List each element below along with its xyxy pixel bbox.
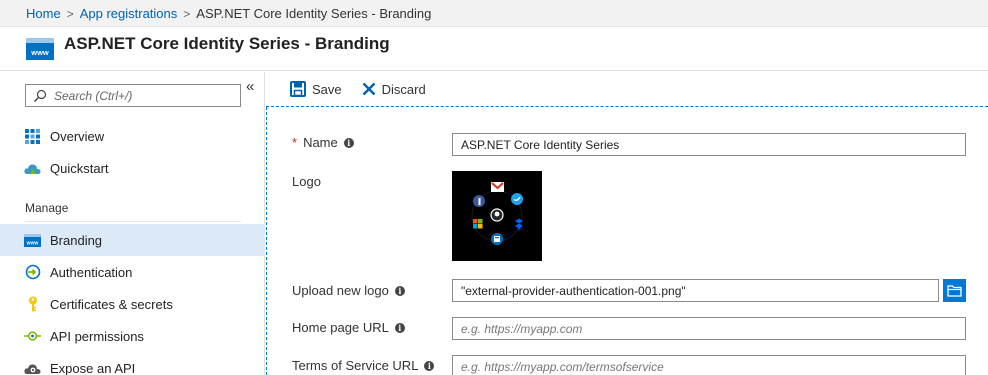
branding-form: * Name i Logo [266, 107, 988, 375]
discard-button[interactable]: Discard [362, 82, 426, 97]
home-page-url-label: Home page URL i [292, 320, 405, 335]
search-icon [34, 89, 47, 102]
upload-logo-label: Upload new logo i [292, 283, 405, 298]
section-divider [25, 221, 241, 222]
collapse-sidebar-button[interactable]: « [246, 78, 254, 95]
home-page-url-label-text: Home page URL [292, 320, 389, 335]
sidebar-item-label: Overview [50, 128, 105, 144]
www-icon: www [24, 232, 41, 249]
sidebar-item-label: API permissions [50, 328, 144, 344]
terms-url-label: Terms of Service URL i [292, 358, 435, 373]
sidebar-item-overview[interactable]: Overview [0, 120, 265, 152]
save-icon [290, 81, 306, 97]
folder-icon [947, 284, 962, 297]
authentication-icon [24, 264, 41, 281]
sidebar: « Overview Quickstart Manage [0, 72, 265, 375]
cloud-icon [24, 160, 41, 177]
sidebar-item-certificates[interactable]: Certificates & secrets [0, 288, 265, 320]
page-header: www ASP.NET Core Identity Series - Brand… [0, 27, 988, 71]
main-panel: Save Discard * Name i Logo [266, 72, 988, 375]
sidebar-item-branding[interactable]: www Branding [0, 224, 265, 256]
close-icon [362, 82, 375, 96]
www-icon: www [26, 38, 54, 60]
info-icon[interactable]: i [394, 322, 405, 333]
home-page-url-field[interactable] [452, 317, 966, 340]
browse-file-button[interactable] [943, 279, 966, 302]
required-indicator: * [292, 135, 298, 150]
save-label: Save [312, 81, 342, 97]
info-icon[interactable]: i [394, 285, 405, 296]
cloud-gear-icon [24, 360, 41, 375]
info-icon[interactable]: i [343, 137, 354, 148]
save-button[interactable]: Save [290, 81, 342, 97]
name-label: * Name i [292, 135, 354, 150]
sidebar-item-quickstart[interactable]: Quickstart [0, 152, 265, 184]
terms-url-field[interactable] [452, 355, 966, 375]
sidebar-item-label: Expose an API [50, 360, 136, 375]
breadcrumb-home-link[interactable]: Home [26, 6, 61, 21]
sidebar-item-expose-api[interactable]: Expose an API [0, 352, 265, 375]
sidebar-item-label: Certificates & secrets [50, 296, 173, 312]
logo-label: Logo [292, 174, 321, 189]
breadcrumb-current: ASP.NET Core Identity Series - Branding [196, 6, 432, 21]
page-title: ASP.NET Core Identity Series - Branding [64, 34, 390, 53]
api-permissions-icon [24, 328, 41, 345]
name-label-text: Name [303, 135, 338, 150]
key-icon [24, 296, 41, 313]
breadcrumb-separator: > [183, 7, 191, 21]
info-icon[interactable]: i [424, 360, 435, 371]
sidebar-item-label: Quickstart [50, 160, 109, 176]
grid-icon [24, 128, 41, 145]
toolbar: Save Discard [266, 72, 988, 107]
app-logo-image [452, 171, 542, 261]
discard-label: Discard [381, 81, 426, 97]
sidebar-search [25, 84, 241, 107]
sidebar-search-input[interactable] [54, 86, 234, 105]
svg-text:www: www [26, 240, 39, 246]
breadcrumb-app-registrations-link[interactable]: App registrations [80, 6, 178, 21]
upload-logo-field[interactable] [452, 279, 939, 302]
breadcrumb: Home > App registrations > ASP.NET Core Iden… [0, 0, 988, 27]
terms-url-label-text: Terms of Service URL [292, 358, 419, 373]
sidebar-item-api-permissions[interactable]: API permissions [0, 320, 265, 352]
sidebar-item-authentication[interactable]: Authentication [0, 256, 265, 288]
section-label-manage: Manage [25, 201, 69, 215]
upload-logo-label-text: Upload new logo [292, 283, 389, 298]
sidebar-item-label: Authentication [50, 264, 133, 280]
svg-text:www: www [30, 48, 49, 57]
name-field[interactable] [452, 133, 966, 156]
breadcrumb-separator: > [66, 7, 74, 21]
sidebar-item-label: Branding [50, 232, 103, 248]
